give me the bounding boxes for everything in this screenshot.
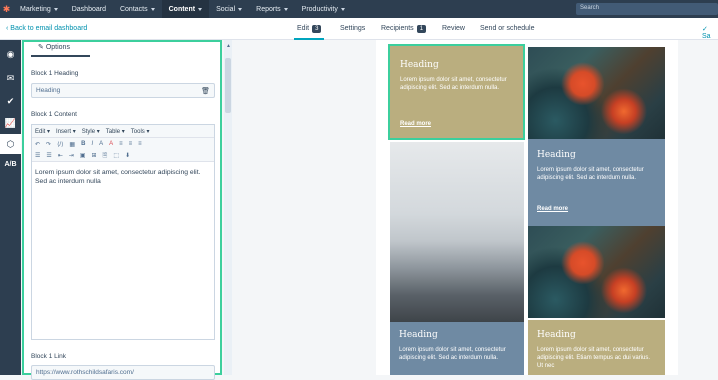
nav-marketing[interactable]: Marketing <box>13 0 65 18</box>
edit-count-badge: 3 <box>312 25 322 33</box>
download-icon[interactable]: ⬇ <box>125 152 130 159</box>
block-text: Lorem ipsum dolor sit amet, consectetur … <box>537 167 644 181</box>
chevron-down-icon <box>340 7 345 11</box>
chevron-down-icon <box>150 7 155 11</box>
ab-test-icon[interactable]: A/B <box>0 154 21 174</box>
recipients-count-badge: 1 <box>416 25 427 33</box>
table-icon[interactable]: ▦ <box>69 141 75 148</box>
outdent-icon[interactable]: ⇤ <box>58 152 63 159</box>
editor-icon-sidebar: ◉ ✉ ✔ 📈 ⬡ A/B <box>0 40 21 375</box>
rte-toolbar-row-2: ☰ ☰ ⇤ ⇥ ▣ ⊞ 🗎 ⬚ ⬇ <box>32 150 214 162</box>
align-left-icon[interactable]: ≡ <box>119 141 123 147</box>
align-center-icon[interactable]: ≡ <box>129 141 133 147</box>
cube-icon[interactable]: ⬡ <box>0 134 21 154</box>
scrollbar-thumb[interactable] <box>225 58 231 113</box>
rte-menu-table[interactable]: Table ▾ <box>106 128 125 135</box>
rich-text-editor[interactable]: Edit ▾ Insert ▾ Style ▾ Table ▾ Tools ▾ … <box>31 124 215 340</box>
mountain-image <box>390 142 524 322</box>
nav-content[interactable]: Content <box>161 0 210 18</box>
tab-edit[interactable]: Edit 3 <box>293 25 325 40</box>
tab-settings[interactable]: Settings <box>340 25 365 32</box>
hubspot-logo-icon[interactable]: ✱ <box>0 0 13 18</box>
source-code-icon[interactable]: ⟨/⟩ <box>57 141 63 148</box>
rte-menubar: Edit ▾ Insert ▾ Style ▾ Table ▾ Tools ▾ <box>32 125 214 138</box>
block-text: Lorem ipsum dolor sit amet, consectetur … <box>400 77 507 91</box>
options-tab-underline <box>31 55 90 57</box>
trash-icon[interactable]: 🗑 <box>201 87 210 95</box>
nav-contacts[interactable]: Contacts <box>113 0 162 18</box>
rte-menu-edit[interactable]: Edit ▾ <box>35 128 50 135</box>
chevron-down-icon <box>238 7 243 11</box>
search-input[interactable]: Search <box>576 3 718 15</box>
indent-icon[interactable]: ⇥ <box>69 152 74 159</box>
email-block-2[interactable]: Heading Lorem ipsum dolor sit amet, cons… <box>528 139 665 226</box>
align-right-icon[interactable]: ≡ <box>138 141 142 147</box>
read-more-link[interactable]: Read more <box>400 121 431 127</box>
tab-review[interactable]: Review <box>442 25 465 32</box>
eye-icon[interactable]: ◉ <box>0 44 21 64</box>
chevron-down-icon <box>283 7 288 11</box>
crab-image <box>528 226 665 318</box>
block-text: Lorem ipsum dolor sit amet, consectetur … <box>537 347 651 369</box>
editor-scrollbar[interactable]: ▲ <box>224 40 232 375</box>
document-icon[interactable]: 🗎 <box>103 151 108 161</box>
nav-dashboard[interactable]: Dashboard <box>65 0 113 18</box>
block-heading: Heading <box>399 330 438 340</box>
chart-icon[interactable]: 📈 <box>0 113 21 133</box>
bulleted-list-icon[interactable]: ☰ <box>35 152 40 159</box>
chevron-down-icon <box>53 7 58 11</box>
highlight-color-icon[interactable]: A <box>109 141 113 147</box>
embed-icon[interactable]: ⬚ <box>113 152 119 159</box>
rte-menu-insert[interactable]: Insert ▾ <box>56 128 76 135</box>
redo-icon[interactable]: ↷ <box>46 141 51 148</box>
rte-toolbar-row-1: ↶ ↷ ⟨/⟩ ▦ B I A A ≡ ≡ ≡ <box>32 138 214 150</box>
numbered-list-icon[interactable]: ☰ <box>46 152 51 159</box>
read-more-link[interactable]: Read more <box>537 206 568 212</box>
nav-social[interactable]: Social <box>209 0 249 18</box>
insert-table-icon[interactable]: ⊞ <box>92 152 97 159</box>
nav-productivity[interactable]: Productivity <box>295 0 352 18</box>
link-input[interactable]: https://www.rothschildsafaris.com/ <box>31 365 215 380</box>
email-block-1[interactable]: Heading Lorem ipsum dolor sit amet, cons… <box>388 44 525 140</box>
bold-icon[interactable]: B <box>81 141 85 147</box>
rte-content-text[interactable]: Lorem ipsum dolor sit amet, consectetur … <box>32 162 214 192</box>
tab-recipients[interactable]: Recipients 1 <box>381 25 427 33</box>
tab-send-or-schedule[interactable]: Send or schedule <box>480 25 534 32</box>
heading-field-label: Block 1 Heading <box>31 70 79 77</box>
italic-icon[interactable]: I <box>91 141 93 147</box>
heading-input[interactable]: Heading 🗑 <box>31 83 215 98</box>
image-icon[interactable]: ▣ <box>80 152 86 159</box>
block-heading: Heading <box>537 150 576 160</box>
block-editor-panel: ✎ Options Block 1 Heading Heading 🗑 Block… <box>22 40 222 380</box>
editor-subnav: ‹ Back to email dashboard Edit 3 Settings… <box>0 18 718 40</box>
check-icon[interactable]: ✔ <box>0 91 21 111</box>
chevron-down-icon <box>198 7 203 11</box>
pencil-icon: ✎ <box>38 44 44 51</box>
link-field-label: Block 1 Link <box>31 353 67 360</box>
block-heading: Heading <box>400 60 439 70</box>
block-text: Lorem ipsum dolor sit amet, consectetur … <box>399 347 506 361</box>
back-to-dashboard-link[interactable]: ‹ Back to email dashboard <box>6 25 87 32</box>
scroll-up-arrow-icon[interactable]: ▲ <box>226 43 231 49</box>
content-field-label: Block 1 Content <box>31 111 77 118</box>
rte-menu-tools[interactable]: Tools ▾ <box>131 128 150 135</box>
nav-reports[interactable]: Reports <box>249 0 295 18</box>
undo-icon[interactable]: ↶ <box>35 141 40 148</box>
email-block-3[interactable]: Heading Lorem ipsum dolor sit amet, cons… <box>390 322 524 375</box>
rte-menu-style[interactable]: Style ▾ <box>82 128 100 135</box>
text-color-icon[interactable]: A <box>99 141 103 147</box>
envelope-icon[interactable]: ✉ <box>0 68 21 88</box>
top-navigation: ✱ Marketing Dashboard Contacts Content S… <box>0 0 718 18</box>
save-link[interactable]: ✓ Sa <box>702 25 718 40</box>
crab-image <box>528 47 665 139</box>
email-block-4[interactable]: Heading Lorem ipsum dolor sit amet, cons… <box>528 320 665 375</box>
email-preview-canvas: Heading Lorem ipsum dolor sit amet, cons… <box>376 40 678 375</box>
block-heading: Heading <box>537 330 576 340</box>
options-tab[interactable]: ✎ Options <box>38 43 70 51</box>
